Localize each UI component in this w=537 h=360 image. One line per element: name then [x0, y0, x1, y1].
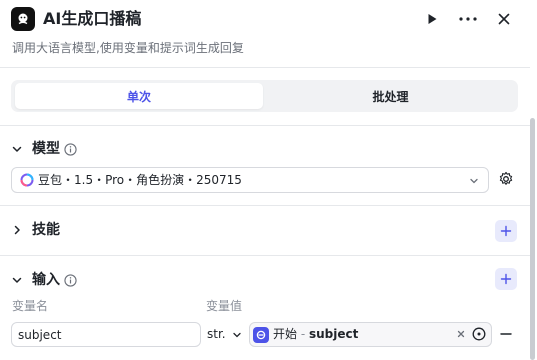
model-select-value: 豆包・1.5・Pro・角色扮演・250715 [38, 173, 242, 187]
tab-batch[interactable]: 批处理 [267, 83, 514, 109]
skills-section-title: 技能 [32, 222, 60, 238]
clear-icon[interactable] [455, 328, 467, 340]
plus-icon [500, 225, 512, 237]
add-input-button[interactable] [495, 268, 517, 290]
ref-variable-name: subject [308, 327, 359, 341]
run-button[interactable] [420, 7, 444, 31]
panel-description: 调用大语言模型,使用变量和提示词生成回复 [12, 41, 244, 55]
tab-single[interactable]: 单次 [15, 83, 263, 109]
panel-header: AI生成口播稿 调用大语言模型,使用变量和提示词生成回复 [0, 0, 537, 66]
node-config-panel: AI生成口播稿 调用大语言模型,使用变量和提示词生成回复 单次 批处理 模型 豆… [0, 0, 537, 360]
variable-name-input[interactable] [11, 322, 201, 347]
more-button[interactable] [456, 7, 480, 31]
variable-picker-icon[interactable] [472, 327, 486, 341]
chevron-right-icon[interactable] [11, 224, 23, 236]
header-divider [0, 67, 530, 68]
vertical-scrollbar[interactable] [530, 118, 535, 360]
variable-type-select[interactable]: str. [205, 322, 247, 347]
input-section-title: 输入 [32, 272, 60, 288]
model-section-title: 模型 [32, 141, 60, 157]
info-icon[interactable] [64, 274, 77, 287]
play-icon [428, 14, 437, 24]
doubao-model-icon [20, 173, 34, 187]
chevron-down-icon[interactable] [11, 274, 23, 286]
chevron-down-icon[interactable] [11, 143, 23, 155]
node-logo-icon [11, 7, 35, 31]
model-divider [0, 205, 530, 206]
info-icon[interactable] [64, 143, 77, 156]
remove-row-minus-icon[interactable] [499, 327, 513, 341]
panel-title: AI生成口播稿 [43, 9, 142, 28]
column-label-variable-value: 变量值 [206, 299, 243, 313]
ref-node-name: 开始 [273, 327, 298, 341]
ref-separator: - [297, 327, 309, 341]
chevron-down-icon [470, 178, 478, 184]
run-mode-tabs: 单次 批处理 [11, 80, 518, 112]
variable-reference-text: 开始 - subject [273, 326, 358, 343]
close-button[interactable] [492, 7, 516, 31]
column-label-variable-name: 变量名 [12, 299, 49, 313]
tabs-divider [0, 125, 530, 126]
skills-divider [0, 255, 530, 256]
model-select[interactable]: 豆包・1.5・Pro・角色扮演・250715 [11, 167, 489, 193]
model-settings-gear-icon[interactable] [498, 171, 514, 187]
more-icon [459, 17, 477, 21]
plus-icon [500, 273, 512, 285]
add-skill-button[interactable] [495, 220, 517, 242]
variable-reference-chip: 开始 - subject [253, 325, 358, 344]
start-node-icon [253, 326, 269, 343]
variable-value-field[interactable]: 开始 - subject [249, 322, 492, 347]
variable-type-value: str. [207, 327, 226, 341]
close-icon [498, 13, 510, 25]
chevron-down-icon [233, 332, 241, 338]
